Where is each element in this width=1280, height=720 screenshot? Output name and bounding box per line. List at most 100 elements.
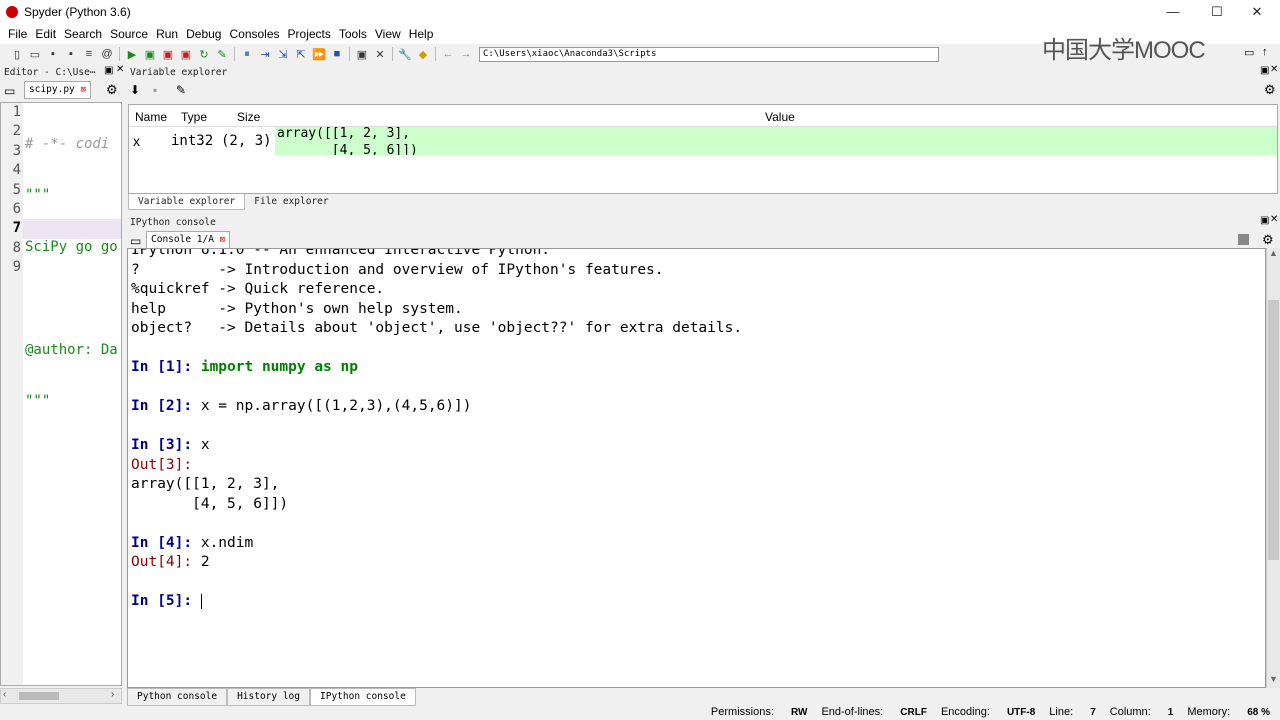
scroll-thumb[interactable] [19, 692, 59, 700]
run-icon[interactable]: ▶ [123, 46, 141, 62]
editor-horizontal-scrollbar[interactable]: ‹ › [0, 688, 122, 704]
scroll-thumb[interactable] [1268, 300, 1279, 560]
up-arrow-icon[interactable]: ↑ [1262, 46, 1268, 58]
status-label: Line: [1049, 706, 1074, 718]
editor-tab-label: scipy.py [29, 84, 75, 95]
minimize-button[interactable]: — [1150, 0, 1196, 24]
status-column: Column: 1 [1110, 706, 1174, 718]
interrupt-kernel-icon[interactable] [1238, 234, 1249, 245]
step-icon[interactable]: ⇥ [256, 46, 274, 62]
line-number: 2 [12, 123, 21, 140]
menu-edit[interactable]: Edit [31, 27, 60, 41]
scroll-up-icon[interactable]: ▲ [1269, 248, 1278, 258]
open-file-icon[interactable]: ▭ [26, 46, 44, 62]
debug-icon[interactable]: ⏸ [238, 46, 256, 62]
input-code: import numpy as np [200, 359, 358, 375]
step-return-icon[interactable]: ⇱ [292, 46, 310, 62]
tab-close-icon[interactable]: ⊠ [81, 85, 86, 95]
close-pane-icon[interactable]: ✕ [1270, 214, 1278, 225]
undock-icon[interactable]: ▣ [1260, 215, 1269, 226]
close-pane-icon[interactable]: ✕ [116, 64, 124, 75]
menu-view[interactable]: View [371, 27, 405, 41]
scroll-right-icon[interactable]: › [111, 689, 114, 700]
stop-icon[interactable]: ■ [328, 46, 346, 62]
status-value: 7 [1090, 707, 1096, 718]
working-directory-field[interactable]: C:\Users\xiaoc\Anaconda3\Scripts [479, 46, 939, 62]
code-editor[interactable]: 1 2 3 4 5 6 7 8 9 # -*- codi """ SciPy g… [0, 102, 122, 686]
preferences-icon[interactable]: 🔧 [396, 46, 414, 62]
file-browse-icon[interactable]: ▭ [4, 84, 15, 98]
status-bar: Permissions: RW End-of-lines: CRLF Encod… [0, 704, 1280, 720]
column-header-type[interactable]: Type [181, 110, 207, 124]
column-header-name[interactable]: Name [135, 110, 167, 124]
status-value: 1 [1167, 707, 1174, 718]
scroll-left-icon[interactable]: ‹ [3, 689, 6, 700]
code-line: # -*- codi [25, 136, 110, 152]
menu-consoles[interactable]: Consoles [225, 27, 283, 41]
editor-tab[interactable]: scipy.py ⊠ [24, 81, 91, 99]
column-header-value[interactable]: Value [765, 110, 795, 124]
status-permissions: Permissions: RW [711, 706, 808, 718]
rerun-icon[interactable]: ↻ [195, 46, 213, 62]
tab-close-icon[interactable]: ⊠ [220, 235, 225, 245]
table-header [129, 105, 1277, 127]
console-current-input[interactable]: In [5]: [131, 592, 202, 611]
ipython-console[interactable]: IPython 6.1.0 -- An enhanced Interactive… [127, 248, 1266, 688]
close-button[interactable]: ✕ [1234, 0, 1280, 24]
continue-icon[interactable]: ⏩ [310, 46, 328, 62]
scroll-down-icon[interactable]: ▼ [1269, 674, 1278, 684]
edit-data-icon[interactable]: ✎ [176, 83, 186, 97]
gear-icon[interactable]: ⚙ [106, 82, 118, 98]
step-into-icon[interactable]: ⇲ [274, 46, 292, 62]
input-code: x = np.array([(1,2,3),(4,5,6)]) [200, 398, 472, 414]
menu-file[interactable]: File [4, 27, 31, 41]
gear-icon[interactable]: ⚙ [1264, 82, 1276, 98]
toolbar-divider [119, 47, 120, 61]
close-pane-icon[interactable]: ✕ [1270, 64, 1278, 75]
status-label: Encoding: [940, 706, 990, 718]
new-file-icon[interactable]: ▯ [8, 46, 26, 62]
menu-projects[interactable]: Projects [284, 27, 335, 41]
list-icon[interactable]: ≡ [80, 46, 98, 62]
save-data-icon[interactable]: ▪ [153, 83, 157, 97]
menu-tools[interactable]: Tools [335, 27, 371, 41]
menu-debug[interactable]: Debug [182, 27, 225, 41]
save-icon[interactable]: ▪ [44, 46, 62, 62]
import-data-icon[interactable]: ⬇ [130, 83, 140, 97]
console-output-line: array([[1, 2, 3], [131, 476, 280, 492]
forward-arrow-icon[interactable]: → [457, 46, 475, 62]
title-bar: Spyder (Python 3.6) — ☐ ✕ [0, 0, 1280, 24]
fullscreen-icon[interactable]: ✕ [371, 46, 389, 62]
console-browse-icon[interactable]: ▭ [130, 234, 141, 248]
back-arrow-icon[interactable]: ← [439, 46, 457, 62]
tab-variable-explorer[interactable]: Variable explorer [128, 194, 246, 210]
column-header-size[interactable]: Size [237, 110, 260, 124]
input-prompt: In [4]: [131, 535, 201, 551]
save-all-icon[interactable]: ▪ [62, 46, 80, 62]
menu-search[interactable]: Search [60, 27, 106, 41]
mooc-logo: 中国大学MOOC [1042, 37, 1206, 64]
run-cell-icon[interactable]: ▣ [141, 46, 159, 62]
tab-file-explorer[interactable]: File explorer [245, 194, 337, 210]
maximize-pane-icon[interactable]: ▣ [353, 46, 371, 62]
input-code: x [200, 437, 210, 453]
variable-table: Name Type Size Value x int32 (2, 3) arra… [128, 104, 1278, 194]
folder-browse-icon[interactable]: ▭ [1244, 46, 1254, 59]
input-prompt: In [5]: [131, 593, 201, 609]
console-tab[interactable]: Console 1/A ⊠ [146, 231, 231, 249]
menu-help[interactable]: Help [405, 27, 438, 41]
configure-run-icon[interactable]: ✎ [213, 46, 231, 62]
menu-run[interactable]: Run [152, 27, 182, 41]
table-row[interactable]: x int32 (2, 3) array([[1, 2, 3], [4, 5, … [129, 127, 1277, 155]
menu-source[interactable]: Source [106, 27, 152, 41]
console-input-line: In [1]: import numpy as np [131, 358, 358, 377]
undock-icon[interactable]: ▣ [1260, 65, 1269, 76]
run-cell-advance-icon[interactable]: ▣ [159, 46, 177, 62]
run-selection-icon[interactable]: ▣ [177, 46, 195, 62]
gear-icon[interactable]: ⚙ [1262, 232, 1274, 248]
at-icon[interactable]: @ [98, 46, 116, 62]
python-path-icon[interactable]: ◆ [414, 46, 432, 62]
undock-icon[interactable]: ▣ [104, 65, 113, 76]
console-vertical-scrollbar[interactable]: ▲ ▼ [1266, 248, 1280, 688]
